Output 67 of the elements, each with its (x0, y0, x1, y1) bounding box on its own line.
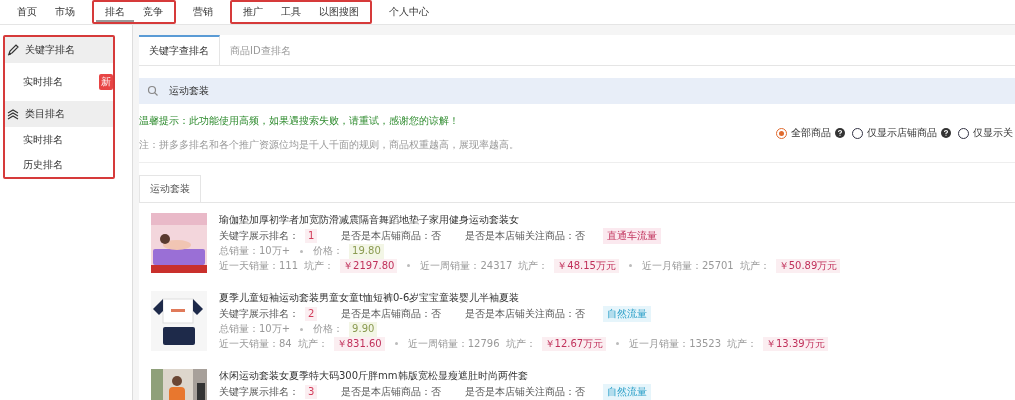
nav-link[interactable]: 营销 (184, 2, 222, 22)
traffic-tag: 直通车流量 (603, 227, 662, 244)
field-label: 关键字展示排名： (219, 384, 299, 399)
output-value: ￥48.15万元 (554, 258, 619, 273)
pencil-icon (7, 44, 19, 56)
product-title[interactable]: 夏季儿童短袖运动套装男童女童t恤短裤0-6岁宝宝童装婴儿半袖夏装 (219, 291, 828, 306)
output-value: ￥831.60 (333, 336, 385, 351)
field-label: 关键字展示排名： (219, 228, 299, 243)
item-label: 实时排名 (23, 75, 63, 89)
new-badge: 新 (99, 74, 113, 90)
output-value: ￥50.89万元 (775, 258, 841, 273)
search-icon (147, 85, 159, 97)
traffic-tag: 自然流量 (603, 305, 652, 322)
tip-text: 温馨提示：此功能使用高频，如果遇搜索失败，请重试，感谢您的谅解！ (139, 114, 460, 128)
rank-value: 2 (305, 306, 318, 321)
field-label: 坑产： (505, 336, 536, 351)
field-label: 价格： (313, 244, 344, 258)
price-value: 19.80 (349, 244, 384, 259)
field-label: 坑产： (518, 258, 549, 273)
nav-link[interactable]: 竞争 (134, 2, 172, 22)
nav-link[interactable]: 个人中心 (380, 2, 438, 22)
search-field[interactable]: 运动套装 (139, 78, 1015, 104)
item-label: 实时排名 (23, 132, 63, 147)
output-value: ￥13.39万元 (763, 336, 828, 351)
sidebar-item[interactable]: 历史排名 (5, 152, 113, 177)
output-value: ￥12.67万元 (541, 336, 607, 351)
field-label: 坑产： (297, 336, 328, 351)
product-title[interactable]: 瑜伽垫加厚初学者加宽防滑减震隔音舞蹈地垫子家用健身运动套装女 (219, 213, 841, 228)
note-text: 注：拼多多排名和各个推广资源位均是千人千面的规则，商品权重越高，展现率越高。 (139, 138, 519, 152)
rank-value: 3 (305, 384, 318, 399)
field-label: 关键字展示排名： (219, 306, 299, 321)
field-label: 价格： (313, 322, 344, 336)
field-label: 是否是本店铺关注商品：否 (465, 384, 586, 399)
nav-link[interactable]: 推广 (234, 2, 272, 22)
field-label: 是否是本店铺关注商品：否 (465, 306, 586, 321)
section-title: 关键字排名 (25, 43, 75, 57)
sidebar-item[interactable]: 实时排名 新 (5, 63, 113, 101)
nav-link[interactable]: 排名 (96, 2, 134, 22)
tab[interactable]: 关键字查排名 (139, 35, 220, 65)
field-label: 是否是本店铺商品：否 (341, 306, 442, 321)
field-label: 是否是本店铺商品：否 (341, 228, 442, 243)
filter-radio[interactable]: 仅显示关 (958, 126, 1013, 140)
nav-link[interactable]: 以图搜图 (310, 2, 368, 22)
layers-icon (7, 108, 19, 120)
price-value: 9.90 (349, 322, 378, 337)
result-tab[interactable]: 运动套装 (139, 175, 201, 202)
field-label: 坑产： (739, 258, 770, 273)
section-title: 类目排名 (25, 107, 65, 121)
field-label: 是否是本店铺商品：否 (341, 384, 442, 399)
filter-radio[interactable]: 全部商品 (776, 126, 845, 140)
field-label: 坑产： (304, 258, 335, 273)
product-title[interactable]: 休闲运动套装女夏季特大码300斤胖mm韩版宽松显瘦遮肚时尚两件套 (219, 369, 652, 384)
sales-text: 总销量：10万+ (219, 244, 291, 258)
output-value: ￥2197.80 (340, 258, 398, 273)
sales-text: 总销量：10万+ (219, 322, 291, 336)
nav-link[interactable]: 工具 (272, 2, 310, 22)
field-label: 是否是本店铺关注商品：否 (465, 228, 586, 243)
sidebar-item[interactable]: 实时排名 (5, 127, 113, 152)
nav-link[interactable]: 市场 (46, 2, 84, 22)
traffic-tag: 自然流量 (603, 383, 652, 400)
sidebar-section-header[interactable]: 类目排名 (5, 101, 113, 127)
sidebar-section-header[interactable]: 关键字排名 (5, 37, 113, 63)
filter-radio[interactable]: 仅显示店铺商品 (852, 126, 951, 140)
item-label: 历史排名 (23, 157, 63, 172)
field-label: 坑产： (727, 336, 757, 351)
nav-link[interactable]: 首页 (8, 2, 46, 22)
rank-value: 1 (305, 228, 318, 243)
